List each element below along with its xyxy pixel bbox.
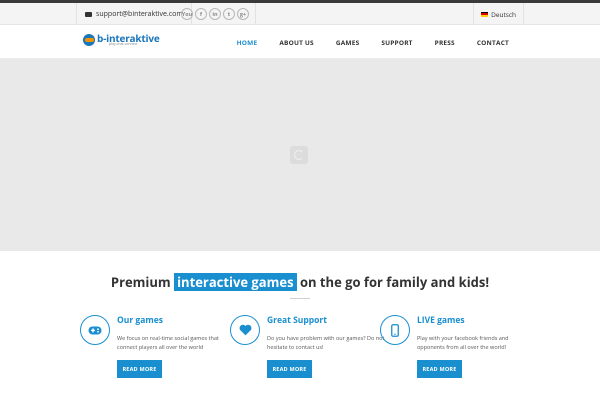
twitter-icon[interactable]: t xyxy=(223,8,235,20)
nav-item-games[interactable]: GAMES xyxy=(325,38,371,47)
read-more-button[interactable]: READ MORE xyxy=(417,360,462,378)
feature-title: Our games xyxy=(117,315,163,326)
feature-title: LIVE games xyxy=(417,315,465,326)
site-header: b-interaktive play.chat.connect HOME ABO… xyxy=(0,25,600,59)
headline-post: on the go for family and kids! xyxy=(299,273,490,291)
nav-item-contact[interactable]: CONTACT xyxy=(466,38,520,47)
googleplus-icon[interactable]: g+ xyxy=(237,8,249,20)
nav-item-press[interactable]: PRESS xyxy=(424,38,466,47)
site-logo[interactable]: b-interaktive play.chat.connect xyxy=(83,33,160,47)
main-nav: HOME ABOUT US GAMES SUPPORT PRESS CONTAC… xyxy=(226,25,520,59)
youtube-icon[interactable]: You xyxy=(181,8,193,20)
nav-item-home[interactable]: HOME xyxy=(226,38,269,47)
gamepad-icon xyxy=(80,315,110,345)
social-links: You f in t g+ xyxy=(175,3,256,25)
support-email: support@binteraktive.com xyxy=(96,9,183,19)
logo-tagline: play.chat.connect xyxy=(109,42,138,47)
german-flag-icon xyxy=(481,11,489,17)
headline-highlight: interactive games xyxy=(174,273,297,291)
linkedin-icon[interactable]: in xyxy=(209,8,221,20)
mobile-icon xyxy=(380,315,410,345)
feature-title: Great Support xyxy=(267,315,327,326)
heart-icon xyxy=(230,315,260,345)
headline-pre: Premium xyxy=(110,273,171,291)
language-label: Deutsch xyxy=(491,9,516,19)
feature-description: Play with your facebook friends and oppo… xyxy=(417,334,509,351)
headline-divider xyxy=(290,298,310,299)
feature-description: Do you have problem with our games? Do n… xyxy=(267,334,385,351)
nav-item-support[interactable]: SUPPORT xyxy=(370,38,423,47)
logo-mark-icon xyxy=(83,33,95,46)
top-bar: support@binteraktive.com You f in t g+ D… xyxy=(0,3,600,25)
read-more-button[interactable]: READ MORE xyxy=(267,360,312,378)
page-headline: Premium interactive games on the go for … xyxy=(0,273,600,291)
language-switcher[interactable]: Deutsch xyxy=(473,3,524,25)
feature-description: We focus on real-time social games that … xyxy=(117,334,219,351)
loading-spinner-icon xyxy=(290,146,308,164)
nav-item-about-us[interactable]: ABOUT US xyxy=(268,38,324,47)
read-more-button[interactable]: READ MORE xyxy=(117,360,162,378)
facebook-icon[interactable]: f xyxy=(195,8,207,20)
envelope-icon xyxy=(85,11,92,17)
